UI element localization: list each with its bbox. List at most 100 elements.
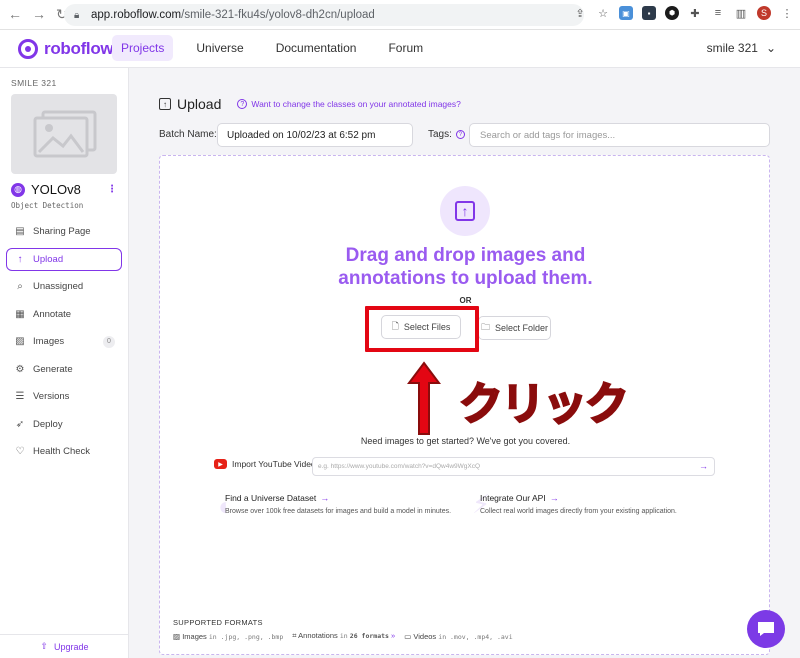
upload-circle: ↑ — [440, 186, 490, 236]
sidebar-item-images[interactable]: ▨ Images 0 — [6, 330, 122, 353]
sidebar-item-sharing-page[interactable]: ▤ Sharing Page — [6, 220, 122, 243]
upgrade-arrow-icon: ⇧ — [40, 641, 48, 651]
roboflow-logo-icon — [18, 38, 38, 59]
folder-icon: 🗀︎ — [480, 322, 490, 332]
universe-title: Find a Universe Dataset → — [225, 493, 451, 503]
nav-universe[interactable]: Universe — [187, 35, 252, 61]
universe-description: Browse over 100k free datasets for image… — [225, 508, 452, 515]
chat-launcher-button[interactable] — [747, 610, 785, 648]
select-folder-button[interactable]: 🗀︎ Select Folder — [478, 316, 551, 340]
user-name: smile 321 — [706, 41, 758, 55]
need-images-text: Need images to get started? We've got yo… — [360, 436, 571, 446]
sidebar-item-upload[interactable]: ↑ Upload — [6, 247, 122, 271]
page-title: Upload — [177, 96, 222, 112]
youtube-import-label: ▶ Import YouTube Video: — [214, 459, 318, 469]
bounding-box-icon: ⌗ — [292, 631, 297, 640]
select-folder-label: Select Folder — [494, 323, 549, 333]
click-annotation-text: クリック — [458, 378, 631, 432]
extension-box-icon[interactable]: ▪ — [642, 6, 656, 20]
back-arrow-icon[interactable]: ← — [8, 6, 22, 23]
more-menu-icon[interactable]: ⋮ — [780, 6, 794, 20]
reading-list-icon[interactable]: ≡ — [711, 6, 725, 20]
images-format-ext: in .jpg, .png, .bmp — [208, 632, 284, 641]
upload-arrow-icon: ↑ — [17, 253, 23, 265]
sidebar-item-versions[interactable]: ☰ Versions — [6, 385, 122, 408]
nav-projects[interactable]: Projects — [112, 35, 174, 61]
rocket-icon: ➶ — [15, 418, 25, 430]
supported-formats-row: ▨ Images in .jpg, .png, .bmp ⌗ Annotatio… — [173, 631, 513, 641]
url-path: /smile-321-fku4s/yolov8-dh2cn/upload — [181, 9, 375, 21]
red-highlight-box — [365, 306, 479, 352]
grid-icon: ▦ — [15, 308, 25, 320]
images-format: ▨ Images in .jpg, .png, .bmp — [173, 632, 283, 641]
sidebar-item-health-check[interactable]: ♡ Health Check — [6, 440, 122, 463]
tags-label-text: Tags: — [428, 129, 452, 140]
sidebar-item-annotate[interactable]: ▦ Annotate — [6, 303, 122, 326]
sidebar-item-label: Annotate — [33, 308, 72, 320]
sidebar: SMILE 321 ◍ YOLOv8 ⋮ Object Detection ▤ … — [0, 68, 129, 658]
side-panel-icon[interactable]: ▥ — [734, 6, 748, 20]
search-icon: ⌕ — [17, 281, 23, 292]
images-icon: ▨ — [15, 336, 25, 347]
sidebar-item-deploy[interactable]: ➶ Deploy — [6, 413, 122, 436]
extension-hex-icon[interactable]: ⬢ — [665, 6, 679, 20]
youtube-url-input[interactable]: e.g. https://www.youtube.com/watch?v=dQw… — [312, 457, 715, 476]
nav-documentation[interactable]: Documentation — [267, 35, 366, 61]
sidebar-item-unassigned[interactable]: ⌕ Unassigned — [6, 275, 122, 298]
profile-avatar[interactable]: S — [757, 6, 771, 20]
sidebar-item-label: Versions — [33, 391, 70, 402]
upload-dropzone[interactable]: ↑ Drag and drop images and annotations t… — [159, 155, 770, 655]
puzzle-icon[interactable]: ✚ — [688, 6, 702, 20]
annotations-count: 26 formats — [349, 632, 389, 640]
health-icon: ♡ — [15, 446, 25, 457]
arrow-right-icon: → — [549, 493, 559, 503]
roboflow-logo[interactable]: roboflow — [18, 38, 114, 59]
batch-name-input[interactable]: Uploaded on 10/02/23 at 6:52 pm — [217, 123, 413, 147]
change-classes-link[interactable]: ? Want to change the classes on your ann… — [237, 99, 461, 109]
sidebar-item-label: Unassigned — [33, 281, 84, 292]
project-thumbnail[interactable] — [11, 94, 117, 174]
sliders-icon: ⚙ — [15, 363, 25, 375]
sidebar-item-generate[interactable]: ⚙ Generate — [6, 358, 122, 381]
api-title-text: Integrate Our API — [480, 493, 546, 503]
dropzone-title-line1: Drag and drop images and — [345, 245, 586, 266]
lock-icon: 🔒︎ — [74, 10, 80, 21]
layers-icon: ☰ — [15, 391, 25, 402]
star-icon[interactable]: ☆ — [596, 6, 610, 20]
sidebar-nav: ▤ Sharing Page ↑ Upload ⌕ Unassigned ▦ A… — [6, 220, 122, 468]
tags-help-icon[interactable]: ? — [455, 130, 465, 139]
project-header: ◍ YOLOv8 ⋮ — [11, 182, 117, 197]
red-arrow-annotation — [407, 361, 441, 435]
videos-format-label: Videos — [413, 631, 437, 641]
supported-formats-title: SUPPORTED FORMATS — [173, 618, 263, 627]
extension-photo-icon[interactable]: ▣ — [619, 6, 633, 20]
youtube-label: Import YouTube Video: — [232, 459, 319, 469]
find-universe-dataset[interactable]: Find a Universe Dataset → Browse over 10… — [225, 493, 451, 515]
image-placeholder-icon — [33, 110, 97, 158]
image-icon: ▨ — [173, 631, 181, 641]
project-type: Object Detection — [11, 201, 84, 210]
share-icon[interactable]: ⇪ — [573, 6, 587, 20]
workspace-name: SMILE 321 — [11, 78, 57, 88]
document-icon: ▤ — [15, 226, 25, 237]
upgrade-button[interactable]: ⇧ Upgrade — [0, 634, 129, 658]
main-content: ↑ Upload ? Want to change the classes on… — [129, 68, 800, 658]
globe-icon: ◍ — [11, 182, 25, 197]
integrate-api[interactable]: Integrate Our API → Collect real world i… — [480, 493, 677, 515]
user-menu[interactable]: smile 321 ⌄ — [707, 41, 776, 55]
tags-input[interactable]: Search or add tags for images... — [469, 123, 770, 147]
address-bar[interactable]: 🔒︎ app.roboflow.com /smile-321-fku4s/yol… — [64, 4, 584, 26]
nav-forum[interactable]: Forum — [379, 35, 432, 61]
videos-format: ▭ Videos in .mov, .mp4, .avi — [404, 632, 512, 641]
forward-arrow-icon[interactable]: → — [32, 6, 46, 23]
annotations-format[interactable]: ⌗ Annotations in 26 formats » — [292, 631, 395, 641]
main-nav: Projects Universe Documentation Forum — [112, 35, 432, 61]
annotations-format-label: Annotations — [298, 631, 338, 640]
universe-title-text: Find a Universe Dataset — [225, 493, 317, 503]
arrow-right-icon[interactable]: → — [699, 461, 708, 471]
youtube-placeholder: e.g. https://www.youtube.com/watch?v=dQw… — [318, 463, 481, 470]
arrow-right-icon: → — [320, 493, 330, 503]
sidebar-item-label: Upload — [33, 253, 64, 265]
upload-header: ↑ Upload ? Want to change the classes on… — [159, 96, 461, 112]
project-options-icon[interactable]: ⋮ — [107, 184, 117, 195]
